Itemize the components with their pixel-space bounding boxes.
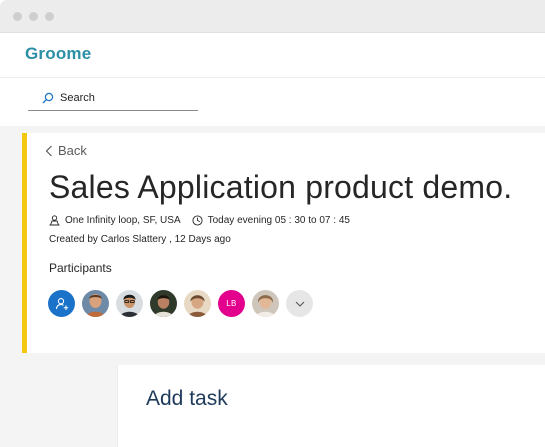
participant-avatar[interactable] [252, 290, 279, 317]
participant-avatar[interactable] [150, 290, 177, 317]
participants-heading: Participants [49, 261, 112, 275]
window-maximize-dot[interactable] [45, 12, 54, 21]
search-input[interactable] [60, 92, 180, 104]
window-minimize-dot[interactable] [29, 12, 38, 21]
clock-icon [192, 215, 203, 226]
app-window: Groome Back Sales Application product de… [0, 0, 545, 447]
participant-avatar-initials[interactable]: LB [218, 290, 245, 317]
search-icon [42, 92, 54, 104]
more-participants-button[interactable] [286, 290, 313, 317]
location-person-icon [49, 215, 60, 226]
participant-avatar[interactable] [116, 290, 143, 317]
search-box[interactable] [28, 86, 198, 111]
window-close-dot[interactable] [13, 12, 22, 21]
avatar-photo [252, 290, 279, 317]
search-bar [0, 78, 545, 126]
add-person-icon [55, 297, 68, 310]
event-meta: One Infinity loop, SF, USA Today evening… [49, 215, 350, 226]
participants-list: LB [48, 290, 320, 317]
app-logo[interactable]: Groome [25, 44, 91, 64]
event-location: One Infinity loop, SF, USA [49, 215, 181, 226]
event-detail-card: Back Sales Application product demo. One… [22, 133, 545, 353]
add-task-panel: Add task [117, 365, 545, 447]
participant-avatar[interactable] [82, 290, 109, 317]
avatar-photo [150, 290, 177, 317]
avatar-photo [184, 290, 211, 317]
add-task-heading[interactable]: Add task [146, 387, 228, 411]
event-created: Created by Carlos Slattery , 12 Days ago [49, 234, 231, 245]
event-location-text: One Infinity loop, SF, USA [65, 215, 181, 226]
avatar-photo [82, 290, 109, 317]
app-header: Groome [0, 33, 545, 78]
participant-avatar[interactable] [184, 290, 211, 317]
event-time: Today evening 05 : 30 to 07 : 45 [192, 215, 350, 226]
chevron-left-icon [45, 145, 52, 156]
event-title: Sales Application product demo. [49, 169, 513, 205]
back-label: Back [58, 143, 87, 158]
event-time-text: Today evening 05 : 30 to 07 : 45 [207, 215, 350, 226]
back-link[interactable]: Back [45, 143, 87, 158]
avatar-photo [116, 290, 143, 317]
chevron-down-icon [295, 301, 304, 307]
add-participant-button[interactable] [48, 290, 75, 317]
window-titlebar [0, 0, 545, 33]
